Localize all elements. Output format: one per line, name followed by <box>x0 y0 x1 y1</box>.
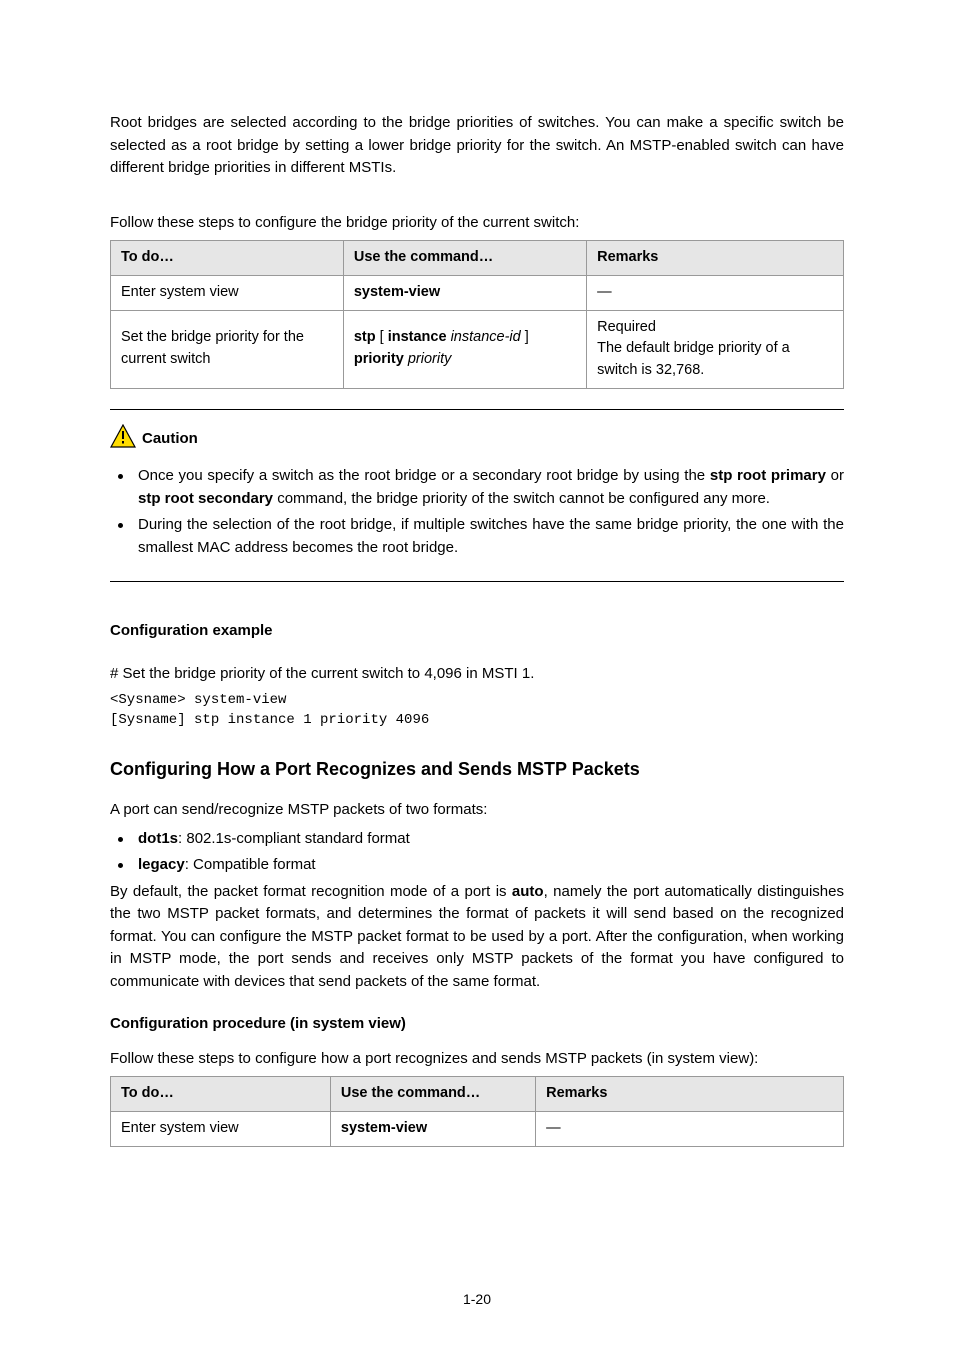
table2-caption: Follow these steps to configure how a po… <box>110 1048 844 1071</box>
list-item: dot1s: 802.1s-compliant standard format <box>110 828 844 851</box>
cell-cmd: system-view <box>330 1112 535 1147</box>
cell-remark: — <box>587 275 844 310</box>
page-number: 1-20 <box>0 1289 954 1310</box>
th-remarks: Remarks <box>587 241 844 276</box>
cell-op: Enter system view <box>111 1112 331 1147</box>
caution-block: Caution Once you specify a switch as the… <box>110 409 844 583</box>
sysview-heading: Configuration procedure (in system view) <box>110 1013 844 1036</box>
cell-cmd: system-view <box>343 275 586 310</box>
th-todo: To do… <box>111 241 344 276</box>
list-item: Once you specify a switch as the root br… <box>110 465 844 510</box>
cell-cmd: stp [ instance instance-id ] priority pr… <box>343 310 586 388</box>
formats-intro: A port can send/recognize MSTP packets o… <box>110 799 844 822</box>
caution-icon <box>110 424 142 456</box>
packet-format-table: To do… Use the command… Remarks Enter sy… <box>110 1076 844 1147</box>
bridge-priority-table: To do… Use the command… Remarks Enter sy… <box>110 240 844 389</box>
th-todo: To do… <box>111 1077 331 1112</box>
example-heading: Configuration example <box>110 620 844 643</box>
example-text: # Set the bridge priority of the current… <box>110 663 844 686</box>
cell-op: Set the bridge priority for the current … <box>111 310 344 388</box>
list-item: During the selection of the root bridge,… <box>110 514 844 559</box>
table-row: Enter system view system-view — <box>111 1112 844 1147</box>
caution-header: Caution <box>110 424 844 456</box>
formats-paragraph: By default, the packet format recognitio… <box>110 881 844 994</box>
intro-paragraph: Root bridges are selected according to t… <box>110 112 844 180</box>
formats-list: dot1s: 802.1s-compliant standard format … <box>110 828 844 877</box>
th-command: Use the command… <box>330 1077 535 1112</box>
caution-list: Once you specify a switch as the root br… <box>110 465 844 559</box>
table-row: Set the bridge priority for the current … <box>111 310 844 388</box>
cell-remark: Required The default bridge priority of … <box>587 310 844 388</box>
table1-caption: Follow these steps to configure the brid… <box>110 212 844 235</box>
th-command: Use the command… <box>343 241 586 276</box>
caution-label: Caution <box>142 428 198 451</box>
cell-remark: — <box>536 1112 844 1147</box>
table-row: Enter system view system-view — <box>111 275 844 310</box>
example-code: <Sysname> system-view [Sysname] stp inst… <box>110 691 844 730</box>
list-item: legacy: Compatible format <box>110 854 844 877</box>
th-remarks: Remarks <box>536 1077 844 1112</box>
section-heading: Configuring How a Port Recognizes and Se… <box>110 756 844 783</box>
cell-op: Enter system view <box>111 275 344 310</box>
